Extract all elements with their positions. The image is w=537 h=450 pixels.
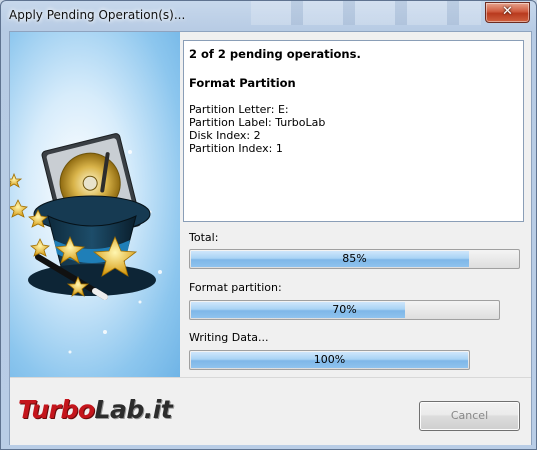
step-progress-label: Format partition: [189, 281, 282, 294]
total-progress-label: Total: [189, 231, 219, 244]
close-icon: ✕ [502, 4, 513, 19]
operation-name: Format Partition [189, 76, 296, 90]
step-progress-text: 70% [332, 303, 357, 316]
total-progress-text: 85% [342, 252, 367, 265]
dialog-window: Apply Pending Operation(s)... ✕ 2 of 2 p… [0, 0, 537, 450]
magic-hat-hard-disk-icon [10, 133, 162, 354]
operation-info-box[interactable]: 2 of 2 pending operations. Format Partit… [183, 40, 524, 222]
step-progress-bar: 70% [189, 300, 500, 320]
button-bar: TurboLab.it Cancel [10, 377, 531, 445]
operation-panel: 2 of 2 pending operations. Format Partit… [180, 32, 531, 377]
title-bar[interactable]: Apply Pending Operation(s)... ✕ [1, 1, 536, 31]
total-progress-bar: 85% [189, 249, 520, 269]
cancel-button[interactable]: Cancel [419, 401, 520, 431]
detail-partition-label: Partition Label: TurboLab [189, 116, 326, 129]
close-button[interactable]: ✕ [485, 2, 530, 23]
pending-count-text: 2 of 2 pending operations. [189, 47, 361, 61]
sub-progress-bar: 100% [189, 350, 470, 370]
window-title: Apply Pending Operation(s)... [9, 8, 186, 22]
sub-progress-text: 100% [313, 353, 346, 366]
wizard-art-panel [10, 32, 180, 377]
detail-disk-index: Disk Index: 2 [189, 129, 261, 142]
detail-partition-letter: Partition Letter: E: [189, 103, 289, 116]
detail-partition-index: Partition Index: 1 [189, 142, 283, 155]
logo-part-lab: Lab.it [94, 395, 173, 424]
logo-part-turbo: Turbo [18, 395, 95, 424]
sub-progress-label: Writing Data... [189, 331, 269, 344]
dialog-client-area: 2 of 2 pending operations. Format Partit… [9, 31, 532, 445]
turbolab-logo: TurboLab.it [18, 395, 173, 424]
